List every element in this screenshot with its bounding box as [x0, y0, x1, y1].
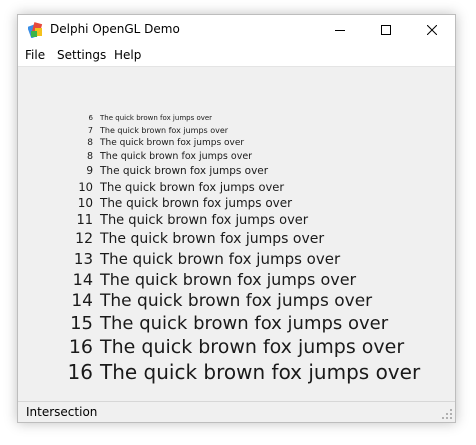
- font-size-label: 13: [73, 250, 93, 268]
- font-size-label: 9: [86, 165, 93, 177]
- sample-text: The quick brown fox jumps over: [100, 250, 341, 268]
- menu-file[interactable]: File: [25, 48, 45, 62]
- sample-text: The quick brown fox jumps over: [100, 291, 373, 311]
- font-size-label: 10: [77, 196, 93, 210]
- status-text: Intersection: [26, 405, 98, 419]
- title-bar[interactable]: Delphi OpenGL Demo: [18, 15, 455, 45]
- font-size-label: 12: [75, 231, 93, 247]
- font-size-label: 8: [86, 151, 93, 162]
- maximize-icon: [381, 25, 391, 35]
- sample-text: The quick brown fox jumps over: [100, 231, 325, 247]
- sample-text: The quick brown fox jumps over: [100, 180, 285, 194]
- menu-bar: File Settings Help: [18, 45, 455, 67]
- maximize-button[interactable]: [363, 15, 409, 45]
- font-size-label: 15: [70, 313, 93, 334]
- font-size-label: 10: [78, 180, 93, 194]
- sample-text: The quick brown fox jumps over: [100, 270, 357, 289]
- font-size-label: 16: [68, 336, 93, 358]
- sample-text: The quick brown fox jumps over: [100, 213, 309, 228]
- opengl-viewport[interactable]: 6 The quick brown fox jumps over 7 The q…: [18, 67, 455, 401]
- sample-text: The quick brown fox jumps over: [100, 114, 213, 122]
- sample-text: The quick brown fox jumps over: [100, 126, 229, 135]
- font-size-label: 7: [87, 126, 93, 135]
- font-size-label: 14: [71, 291, 93, 311]
- sample-text: The quick brown fox jumps over: [100, 138, 245, 148]
- app-window: Delphi OpenGL Demo File Settings Help 6 …: [17, 14, 456, 423]
- window-title: Delphi OpenGL Demo: [50, 22, 180, 36]
- minimize-button[interactable]: [317, 15, 363, 45]
- font-size-label: 6: [88, 114, 93, 122]
- font-size-label: 16: [67, 360, 93, 384]
- sample-text: The quick brown fox jumps over: [100, 336, 405, 358]
- resize-grip-icon[interactable]: [442, 409, 453, 420]
- font-size-label: 14: [72, 270, 93, 289]
- sample-text: The quick brown fox jumps over: [100, 360, 421, 384]
- sample-text: The quick brown fox jumps over: [100, 196, 293, 210]
- minimize-icon: [335, 30, 345, 31]
- sample-text: The quick brown fox jumps over: [100, 313, 389, 334]
- menu-help[interactable]: Help: [114, 48, 141, 62]
- close-icon: [427, 25, 437, 35]
- delphi-app-icon: [28, 22, 43, 38]
- font-size-label: 11: [76, 213, 93, 228]
- menu-settings[interactable]: Settings: [57, 48, 106, 62]
- close-button[interactable]: [409, 15, 455, 45]
- status-bar: Intersection: [18, 401, 455, 422]
- sample-text: The quick brown fox jumps over: [100, 165, 269, 177]
- font-size-label: 8: [87, 138, 93, 148]
- sample-text: The quick brown fox jumps over: [100, 151, 253, 162]
